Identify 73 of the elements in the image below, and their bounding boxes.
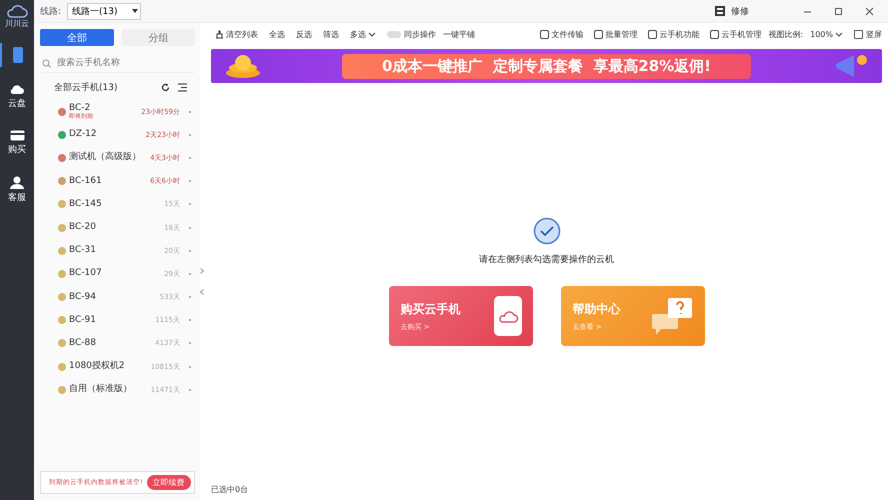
toolbar-button[interactable]: 文件传输 <box>536 28 588 40</box>
phone-name: BC-88 <box>69 338 97 348</box>
cloud-logo-icon <box>6 4 28 18</box>
route-label: 线路: <box>40 6 62 18</box>
check-circle-icon <box>532 217 560 245</box>
phone-icon <box>12 46 24 64</box>
toggle-label: 同步操作 <box>404 28 436 40</box>
square-icon <box>710 30 720 38</box>
phone-name: BC-107 <box>69 269 103 278</box>
expand-icon[interactable] <box>200 289 204 295</box>
phone-name: BC-2 <box>69 104 92 113</box>
toolbar-button[interactable]: 全选 <box>265 28 289 40</box>
avatar-icon <box>715 6 725 16</box>
phone-name: DZ-12 <box>69 130 98 140</box>
phone-name: 测试机（高级版） <box>69 153 142 162</box>
zoom-dropdown[interactable]: 100% <box>806 30 847 38</box>
refresh-icon[interactable] <box>161 83 170 92</box>
route-dropdown[interactable]: 线路一(13) <box>67 2 142 20</box>
square-icon <box>648 30 658 38</box>
empty-message: 请在左侧列表勾选需要操作的云机 <box>479 254 614 266</box>
collapse-icon[interactable] <box>200 268 204 274</box>
rail-item[interactable]: 云盘 <box>0 81 34 113</box>
cloud-icon <box>9 84 25 95</box>
caret-icon <box>368 32 376 36</box>
card-title: 帮助中心 <box>572 300 620 318</box>
clear-icon <box>215 30 224 38</box>
toolbar-button[interactable]: 清空列表 <box>211 28 262 40</box>
toolbar-button[interactable]: 筛选 <box>319 28 343 40</box>
sync-toggle[interactable] <box>387 30 401 38</box>
phone-cloud-icon <box>492 295 522 337</box>
list-icon[interactable] <box>178 83 187 92</box>
checkbox-label: 竖屏 <box>866 28 882 40</box>
zoom-label: 视图比例: <box>768 28 804 40</box>
search-field[interactable]: 搜索云手机名称 <box>55 57 189 69</box>
toolbar-button[interactable]: 一键平铺 <box>439 28 479 40</box>
phone-name: BC-20 <box>69 223 97 232</box>
rail-item[interactable]: 客服 <box>0 173 34 207</box>
toolbar-button[interactable]: 多选 <box>346 28 380 40</box>
rail-label: 购买 <box>8 144 26 156</box>
card-title: 购买云手机 <box>400 300 460 318</box>
phone-name: BC-91 <box>69 316 97 325</box>
phone-name: BC-145 <box>69 200 103 209</box>
banner-text: 0成本一键推广 定制专属套餐 享最高28%返佣! <box>342 54 752 78</box>
coins-icon <box>223 53 263 79</box>
portrait-checkbox[interactable] <box>854 30 863 38</box>
toolbar-button[interactable]: 反选 <box>292 28 316 40</box>
search-icon <box>42 58 51 68</box>
caret-icon <box>835 32 843 36</box>
toolbar-button[interactable]: 批量管理 <box>590 28 642 40</box>
group-title: 全部云手机(13) <box>54 82 118 94</box>
square-icon <box>594 30 604 38</box>
renew-button[interactable]: 立即续费 <box>146 475 191 490</box>
rail-label: 云盘 <box>8 98 26 110</box>
rail-label: 客服 <box>8 192 26 204</box>
selection-count: 已选中0台 <box>211 484 248 494</box>
logo-text: 川川云 <box>5 18 29 29</box>
phone-name: BC-161 <box>69 176 103 186</box>
chat-bubbles-icon <box>650 296 694 336</box>
person-icon <box>10 176 24 189</box>
sidebar-tab[interactable]: 全部 <box>40 29 114 46</box>
phone-name: BC-31 <box>69 246 97 256</box>
card-icon <box>10 130 24 141</box>
phone-name: 1080授权机2 <box>69 362 126 372</box>
close-icon <box>865 6 874 16</box>
sidebar-tab[interactable]: 分组 <box>122 29 195 46</box>
toolbar-button[interactable]: 云手机功能 <box>644 28 704 40</box>
maximize-icon <box>834 6 843 16</box>
rail-item[interactable]: 购买 <box>0 127 34 159</box>
toolbar-button[interactable]: 云手机管理 <box>706 28 766 40</box>
square-icon <box>540 30 550 38</box>
user-name: 修修 <box>731 6 749 18</box>
phone-name: 自用（标准版） <box>69 385 133 394</box>
phone-name: BC-94 <box>69 292 97 302</box>
